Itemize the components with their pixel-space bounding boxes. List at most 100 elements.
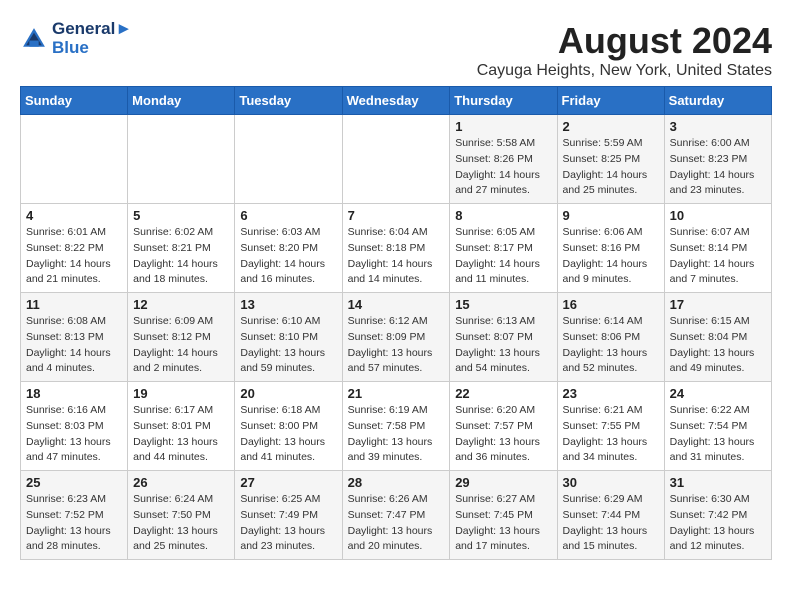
calendar-cell: 16Sunrise: 6:14 AM Sunset: 8:06 PM Dayli… bbox=[557, 293, 664, 382]
day-number: 14 bbox=[348, 297, 445, 312]
day-number: 29 bbox=[455, 475, 551, 490]
day-info: Sunrise: 6:06 AM Sunset: 8:16 PM Dayligh… bbox=[563, 225, 659, 288]
day-number: 27 bbox=[240, 475, 336, 490]
day-info: Sunrise: 6:18 AM Sunset: 8:00 PM Dayligh… bbox=[240, 403, 336, 466]
calendar-title: August 2024 bbox=[477, 20, 772, 62]
calendar-cell: 31 Sunrise: 6:30 AM Sunset: 7:42 PM Dayli… bbox=[664, 471, 771, 560]
calendar-week-row: 1 Sunrise: 5:58 AM Sunset: 8:26 PM Daylig… bbox=[21, 115, 772, 204]
calendar-cell: 11 Sunrise: 6:08 AM Sunset: 8:13 PM Dayli… bbox=[21, 293, 128, 382]
logo-text: General► Blue bbox=[52, 20, 132, 57]
day-number: 30 bbox=[563, 475, 659, 490]
weekday-header: Tuesday bbox=[235, 87, 342, 115]
logo-icon bbox=[20, 25, 48, 53]
logo: General► Blue bbox=[20, 20, 132, 57]
day-number: 4 bbox=[26, 208, 122, 223]
calendar-week-row: 18 Sunrise: 6:16 AM Sunset: 8:03 PM Dayli… bbox=[21, 382, 772, 471]
calendar-cell: 17 Sunrise: 6:15 AM Sunset: 8:04 PM Dayli… bbox=[664, 293, 771, 382]
day-number: 5 bbox=[133, 208, 229, 223]
calendar-cell: 29 Sunrise: 6:27 AM Sunset: 7:45 PM Dayli… bbox=[450, 471, 557, 560]
calendar-cell: 28Sunrise: 6:26 AM Sunset: 7:47 PM Dayli… bbox=[342, 471, 450, 560]
day-info: Sunrise: 6:13 AM Sunset: 8:07 PM Dayligh… bbox=[455, 314, 551, 377]
day-number: 24 bbox=[670, 386, 766, 401]
day-info: Sunrise: 6:07 AM Sunset: 8:14 PM Dayligh… bbox=[670, 225, 766, 288]
calendar-cell: 2 Sunrise: 5:59 AM Sunset: 8:25 PM Daylig… bbox=[557, 115, 664, 204]
calendar-cell: 14 Sunrise: 6:12 AM Sunset: 8:09 PM Dayli… bbox=[342, 293, 450, 382]
day-number: 28 bbox=[348, 475, 445, 490]
page-header: General► Blue August 2024 Cayuga Heights… bbox=[20, 20, 772, 80]
day-info: Sunrise: 5:59 AM Sunset: 8:25 PM Dayligh… bbox=[563, 136, 659, 199]
calendar-cell: 9 Sunrise: 6:06 AM Sunset: 8:16 PM Daylig… bbox=[557, 204, 664, 293]
day-info: Sunrise: 6:15 AM Sunset: 8:04 PM Dayligh… bbox=[670, 314, 766, 377]
calendar-cell: 26 Sunrise: 6:24 AM Sunset: 7:50 PM Dayli… bbox=[128, 471, 235, 560]
day-info: Sunrise: 6:16 AM Sunset: 8:03 PM Dayligh… bbox=[26, 403, 122, 466]
calendar-cell: 10Sunrise: 6:07 AM Sunset: 8:14 PM Dayli… bbox=[664, 204, 771, 293]
title-area: August 2024 Cayuga Heights, New York, Un… bbox=[477, 20, 772, 80]
day-number: 31 bbox=[670, 475, 766, 490]
calendar-cell: 21 Sunrise: 6:19 AM Sunset: 7:58 PM Dayli… bbox=[342, 382, 450, 471]
day-number: 19 bbox=[133, 386, 229, 401]
day-info: Sunrise: 6:01 AM Sunset: 8:22 PM Dayligh… bbox=[26, 225, 122, 288]
day-info: Sunrise: 6:27 AM Sunset: 7:45 PM Dayligh… bbox=[455, 492, 551, 555]
day-info: Sunrise: 6:08 AM Sunset: 8:13 PM Dayligh… bbox=[26, 314, 122, 377]
weekday-header: Wednesday bbox=[342, 87, 450, 115]
day-number: 12 bbox=[133, 297, 229, 312]
day-info: Sunrise: 6:24 AM Sunset: 7:50 PM Dayligh… bbox=[133, 492, 229, 555]
day-info: Sunrise: 6:20 AM Sunset: 7:57 PM Dayligh… bbox=[455, 403, 551, 466]
day-number: 1 bbox=[455, 119, 551, 134]
day-number: 16 bbox=[563, 297, 659, 312]
weekday-header-row: SundayMondayTuesdayWednesdayThursdayFrid… bbox=[21, 87, 772, 115]
calendar-cell bbox=[128, 115, 235, 204]
calendar-cell: 23 Sunrise: 6:21 AM Sunset: 7:55 PM Dayli… bbox=[557, 382, 664, 471]
day-info: Sunrise: 6:22 AM Sunset: 7:54 PM Dayligh… bbox=[670, 403, 766, 466]
calendar-cell: 27 Sunrise: 6:25 AM Sunset: 7:49 PM Dayli… bbox=[235, 471, 342, 560]
day-info: Sunrise: 6:10 AM Sunset: 8:10 PM Dayligh… bbox=[240, 314, 336, 377]
day-number: 2 bbox=[563, 119, 659, 134]
day-number: 25 bbox=[26, 475, 122, 490]
day-info: Sunrise: 6:05 AM Sunset: 8:17 PM Dayligh… bbox=[455, 225, 551, 288]
day-number: 23 bbox=[563, 386, 659, 401]
calendar-cell: 13 Sunrise: 6:10 AM Sunset: 8:10 PM Dayli… bbox=[235, 293, 342, 382]
day-info: Sunrise: 5:58 AM Sunset: 8:26 PM Dayligh… bbox=[455, 136, 551, 199]
day-info: Sunrise: 6:17 AM Sunset: 8:01 PM Dayligh… bbox=[133, 403, 229, 466]
calendar-cell: 5 Sunrise: 6:02 AM Sunset: 8:21 PM Daylig… bbox=[128, 204, 235, 293]
weekday-header: Saturday bbox=[664, 87, 771, 115]
calendar-week-row: 25 Sunrise: 6:23 AM Sunset: 7:52 PM Dayli… bbox=[21, 471, 772, 560]
calendar-cell: 1 Sunrise: 5:58 AM Sunset: 8:26 PM Daylig… bbox=[450, 115, 557, 204]
calendar-table: SundayMondayTuesdayWednesdayThursdayFrid… bbox=[20, 86, 772, 560]
day-info: Sunrise: 6:03 AM Sunset: 8:20 PM Dayligh… bbox=[240, 225, 336, 288]
calendar-cell: 19 Sunrise: 6:17 AM Sunset: 8:01 PM Dayli… bbox=[128, 382, 235, 471]
weekday-header: Sunday bbox=[21, 87, 128, 115]
day-info: Sunrise: 6:23 AM Sunset: 7:52 PM Dayligh… bbox=[26, 492, 122, 555]
day-info: Sunrise: 6:19 AM Sunset: 7:58 PM Dayligh… bbox=[348, 403, 445, 466]
weekday-header: Monday bbox=[128, 87, 235, 115]
day-number: 13 bbox=[240, 297, 336, 312]
calendar-week-row: 4 Sunrise: 6:01 AM Sunset: 8:22 PM Daylig… bbox=[21, 204, 772, 293]
day-number: 22 bbox=[455, 386, 551, 401]
day-number: 3 bbox=[670, 119, 766, 134]
calendar-cell: 8Sunrise: 6:05 AM Sunset: 8:17 PM Daylig… bbox=[450, 204, 557, 293]
calendar-cell: 18 Sunrise: 6:16 AM Sunset: 8:03 PM Dayli… bbox=[21, 382, 128, 471]
calendar-subtitle: Cayuga Heights, New York, United States bbox=[477, 62, 772, 80]
day-info: Sunrise: 6:12 AM Sunset: 8:09 PM Dayligh… bbox=[348, 314, 445, 377]
calendar-cell: 12 Sunrise: 6:09 AM Sunset: 8:12 PM Dayli… bbox=[128, 293, 235, 382]
day-number: 26 bbox=[133, 475, 229, 490]
day-number: 20 bbox=[240, 386, 336, 401]
day-number: 11 bbox=[26, 297, 122, 312]
calendar-cell: 6 Sunrise: 6:03 AM Sunset: 8:20 PM Daylig… bbox=[235, 204, 342, 293]
day-info: Sunrise: 6:21 AM Sunset: 7:55 PM Dayligh… bbox=[563, 403, 659, 466]
day-info: Sunrise: 6:09 AM Sunset: 8:12 PM Dayligh… bbox=[133, 314, 229, 377]
day-number: 21 bbox=[348, 386, 445, 401]
day-number: 9 bbox=[563, 208, 659, 223]
day-number: 18 bbox=[26, 386, 122, 401]
day-info: Sunrise: 6:02 AM Sunset: 8:21 PM Dayligh… bbox=[133, 225, 229, 288]
calendar-cell: 7 Sunrise: 6:04 AM Sunset: 8:18 PM Daylig… bbox=[342, 204, 450, 293]
day-info: Sunrise: 6:30 AM Sunset: 7:42 PM Dayligh… bbox=[670, 492, 766, 555]
day-number: 6 bbox=[240, 208, 336, 223]
weekday-header: Thursday bbox=[450, 87, 557, 115]
day-info: Sunrise: 6:25 AM Sunset: 7:49 PM Dayligh… bbox=[240, 492, 336, 555]
day-info: Sunrise: 6:04 AM Sunset: 8:18 PM Dayligh… bbox=[348, 225, 445, 288]
day-number: 17 bbox=[670, 297, 766, 312]
calendar-cell: 15Sunrise: 6:13 AM Sunset: 8:07 PM Dayli… bbox=[450, 293, 557, 382]
day-number: 7 bbox=[348, 208, 445, 223]
calendar-cell: 3Sunrise: 6:00 AM Sunset: 8:23 PM Daylig… bbox=[664, 115, 771, 204]
